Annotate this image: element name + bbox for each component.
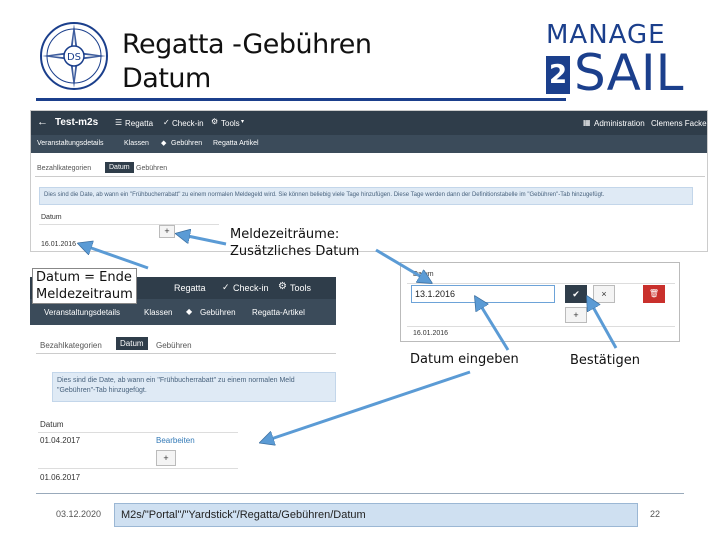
club-logo: DS [40,22,108,90]
callout-bestaetigen: Bestätigen [570,353,640,368]
callout-datum-eingeben: Datum eingeben [410,352,519,367]
callout-datum-ende: Datum = Ende Meldezeitraum [32,268,137,304]
nav-tools[interactable]: Tools [221,119,240,128]
confirm-button[interactable]: ✔ [565,285,587,303]
crop-subnav-klassen[interactable]: Klassen [144,308,172,317]
tab-gebuehren[interactable]: Gebühren [136,165,167,172]
callout-meldezeitraeume: Meldezeiträume: Zusätzliches Datum [230,226,359,260]
lower-tabs: Bezahlkategorien Datum Gebühren [36,334,336,354]
input-divider-2 [407,326,675,327]
lower-info-box: Dies sind die Date, ab wann ein "Frühbuc… [52,372,336,402]
footer-date: 03.12.2020 [56,509,102,519]
nav-regatta[interactable]: Regatta [125,119,153,128]
gear-icon: ⚙ [211,117,219,126]
crop-subnav-regatta-artikel[interactable]: Regatta-Artikel [252,308,305,317]
footer-page-number: 22 [650,509,661,519]
brand-digit: 2 [546,56,570,94]
lower-screenshot: Bezahlkategorien Datum Gebühren Dies sin… [34,334,336,484]
nav-user[interactable]: Clemens Fackeldey [651,119,707,128]
input-date-value: 16.01.2016 [413,330,449,337]
tab-bezahlkategorien[interactable]: Bezahlkategorien [37,165,91,172]
main-subnav: Veranstaltungsdetails Klassen ◆ Gebühren… [31,135,707,153]
subnav-veranstaltungsdetails[interactable]: Veranstaltungsdetails [37,140,104,147]
crop-nav-check-in[interactable]: Check-in [233,283,269,293]
check-icon: ✓ [163,118,170,127]
main-navbar: ← Test-m2s ☰ Regatta ✓ Check-in ⚙ Tools … [31,111,707,135]
slide-title-line1: Regatta -Gebühren [122,29,372,60]
grid-icon: ▦ [583,118,591,127]
title-rule [36,98,566,101]
slide-title-line2: Datum [122,63,211,94]
tag-icon: ◆ [161,140,167,147]
lower-column-datum: Datum [40,420,64,429]
callout-datum-ende-line1: Datum = Ende [36,270,132,285]
logo-letters: DS [67,52,81,63]
input-screenshot: Datum ✔ × 🗑 + 16.01.2016 [400,262,680,342]
add-date-button-zoom[interactable]: + [565,307,587,323]
crop-nav-tools[interactable]: Tools [290,283,311,293]
nav-administration[interactable]: Administration [594,119,645,128]
crop-nav-regatta[interactable]: Regatta [174,283,206,293]
lower-divider [38,432,238,433]
lower-row2-date: 01.06.2017 [40,473,81,482]
lower-tab-datum[interactable]: Datum [116,337,148,350]
edit-link[interactable]: Bearbeiten [156,436,195,445]
nav-check-in[interactable]: Check-in [172,119,204,128]
crop-check-icon: ✓ [222,282,230,292]
info-box: Dies sind die Date, ab wann ein "Frühbuc… [39,187,693,205]
brand-bottom: SAIL [574,44,684,102]
column-datum: Datum [41,214,62,221]
lower-add-date-button[interactable]: + [156,450,176,466]
add-date-button[interactable]: + [159,225,175,238]
crop-subnav-gebuehren[interactable]: Gebühren [200,308,236,317]
subnav-klassen[interactable]: Klassen [124,140,149,147]
lower-tab-gebuehren[interactable]: Gebühren [156,341,192,350]
row-divider [39,224,219,225]
back-arrow-icon[interactable]: ← [37,116,48,128]
callout-meldezeitraeume-line2: Zusätzliches Datum [230,244,360,259]
lower-info-line2: "Gebühren"-Tab hinzugefügt. [57,387,147,394]
subnav-gebuehren[interactable]: Gebühren [171,140,202,147]
lower-divider-2 [38,468,238,469]
footer-rule [36,493,684,494]
chevron-down-icon: ▾ [241,119,245,125]
subnav-regatta-artikel[interactable]: Regatta Artikel [213,140,259,147]
delete-button[interactable]: 🗑 [643,285,665,303]
main-screenshot: ← Test-m2s ☰ Regatta ✓ Check-in ⚙ Tools … [30,110,708,252]
callout-datum-ende-line2: Meldezeitraum [36,287,133,302]
tab-datum[interactable]: Datum [105,162,134,173]
main-tabs: Bezahlkategorien Datum Gebühren [35,161,705,177]
app-title[interactable]: Test-m2s [55,117,98,128]
lower-tab-bezahlkategorien[interactable]: Bezahlkategorien [40,341,102,350]
crop-subnav-veranstaltungsdetails[interactable]: Veranstaltungsdetails [44,308,120,317]
list-icon: ☰ [115,118,123,127]
footer-path: M2s/"Portal"/"Yardstick"/Regatta/Gebühre… [114,503,638,527]
callout-meldezeitraeume-line1: Meldezeiträume: [230,227,340,242]
lower-row1-date: 01.04.2017 [40,436,81,445]
crop-gear-icon: ⚙ [278,281,287,292]
date-value: 16.01.2016 [41,241,77,248]
input-label: Datum [413,271,434,278]
cancel-button[interactable]: × [593,285,615,303]
manage2sail-logo: MANAGE 2 SAIL [544,20,690,102]
input-divider [407,283,675,284]
slide-title: Regatta -Gebühren Datum [122,28,372,96]
crop-tag-icon: ◆ [186,307,193,316]
lower-info-line1: Dies sind die Date, ab wann ein "Frühbuc… [57,377,295,384]
date-input[interactable] [411,285,555,303]
